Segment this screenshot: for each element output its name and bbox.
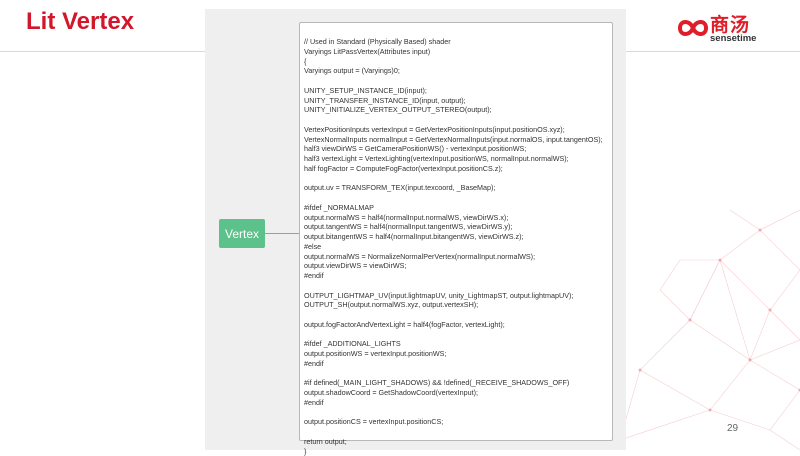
logo-english-text: sensetime	[710, 33, 756, 44]
decorative-mesh-graphic	[600, 200, 800, 450]
page-number: 29	[727, 423, 738, 434]
sensetime-logo-icon	[676, 15, 710, 41]
shader-code: // Used in Standard (Physically Based) s…	[304, 37, 603, 456]
vertex-node[interactable]: Vertex	[219, 219, 265, 248]
node-connector-line	[265, 233, 299, 234]
slide-title: Lit Vertex	[26, 8, 134, 36]
sensetime-logo: 商汤 sensetime	[676, 12, 776, 46]
